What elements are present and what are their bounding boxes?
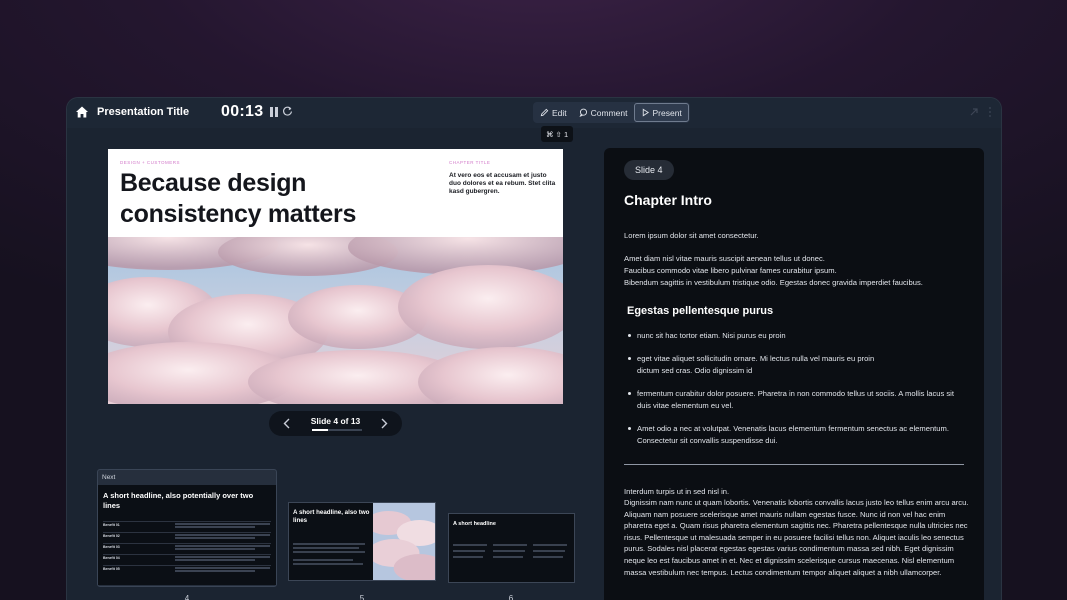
- edit-label: Edit: [552, 107, 567, 118]
- notes-paragraph: Dignissim nam nunc ut quam lobortis. Ven…: [624, 498, 969, 577]
- notes-paragraph-lead: Interdum turpis ut in sed nisl in.: [624, 487, 730, 496]
- notes-line: Amet diam nisl vitae mauris suscipit aen…: [624, 254, 825, 263]
- thumbnail-number-5: 5: [359, 594, 365, 600]
- benefit-row: Benefit 03: [103, 543, 271, 551]
- slide-thumbnail-4[interactable]: A short headline, also potentially over …: [98, 485, 276, 585]
- notes-heading: Chapter Intro: [624, 192, 712, 208]
- cloud-thumbnail-image: [373, 503, 435, 580]
- comment-icon: [579, 108, 587, 117]
- slide-thumbnail-6[interactable]: A short headline: [448, 513, 575, 583]
- top-bar: Presentation Title 00:13 Edit Comment Pr…: [67, 98, 1001, 142]
- benefit-row: Benefit 02: [103, 532, 271, 540]
- cloud-sky-image: [108, 237, 563, 404]
- thumbnail-headline: A short headline, also potentially over …: [103, 491, 254, 510]
- slide-kicker: DESIGN + CUSTOMERS: [120, 160, 181, 165]
- slide-badge: Slide 4: [624, 160, 674, 180]
- slide-header: DESIGN + CUSTOMERS CHAPTER TITLE Because…: [108, 149, 563, 237]
- notes-bullet: Amet odio a nec at volutpat. Venenatis l…: [628, 423, 968, 446]
- comment-button[interactable]: Comment: [573, 103, 634, 122]
- benefit-row: Benefit 04: [103, 554, 271, 562]
- thumbnail-number-4: 4: [184, 594, 190, 600]
- present-label: Present: [652, 107, 682, 118]
- play-icon: [642, 108, 649, 117]
- notes-bullet: eget vitae aliquet sollicitudin ornare. …: [628, 353, 888, 376]
- notes-line: Bibendum sagittis in vestibulum tristiqu…: [624, 278, 923, 287]
- benefit-row: Benefit 05: [103, 565, 271, 573]
- more-options-icon[interactable]: [987, 106, 993, 118]
- notes-divider: [624, 464, 964, 465]
- slide-navigator: Slide 4 of 13: [269, 411, 402, 436]
- thumbnail-headline: A short headline, also two lines: [293, 509, 370, 524]
- pencil-icon: [540, 108, 549, 117]
- edit-button[interactable]: Edit: [534, 103, 573, 122]
- notes-line: Faucibus commodo vitae libero pulvinar f…: [624, 266, 837, 275]
- slide-thumbnail-5[interactable]: A short headline, also two lines: [288, 502, 436, 581]
- slide-chapter-kicker: CHAPTER TITLE: [449, 160, 491, 165]
- slide-progress-track: [312, 429, 362, 431]
- shortcut-tooltip: ⌘ ⇧ 1: [541, 126, 574, 142]
- benefit-row: Benefit 01: [103, 521, 271, 529]
- notes-intro: Lorem ipsum dolor sit amet consectetur.: [624, 231, 759, 240]
- reset-icon[interactable]: [282, 106, 293, 117]
- speaker-notes-panel[interactable]: Slide 4 Chapter Intro Lorem ipsum dolor …: [604, 148, 984, 600]
- notes-bullet: nunc sit hac tortor etiam. Nisi purus eu…: [628, 330, 968, 342]
- pause-icon[interactable]: [270, 107, 278, 117]
- home-icon[interactable]: [75, 105, 89, 119]
- presenter-window: Presentation Title 00:13 Edit Comment Pr…: [66, 97, 1002, 600]
- slide-side-text: At vero eos et accusam et justo duo dolo…: [449, 172, 556, 195]
- notes-subheading: Egestas pellentesque purus: [627, 305, 774, 317]
- thumbnail-number-6: 6: [508, 594, 514, 600]
- presentation-title: Presentation Title: [97, 106, 190, 118]
- comment-label: Comment: [590, 107, 628, 118]
- thumbnail-headline: A short headline: [453, 521, 496, 527]
- mode-switcher: Edit Comment Present: [533, 102, 690, 123]
- next-label: Next: [102, 474, 116, 481]
- present-button[interactable]: Present: [633, 103, 689, 122]
- slide-headline: Because design consistency matters: [120, 169, 357, 228]
- external-link-icon[interactable]: [969, 107, 979, 117]
- slide-progress-fill: [312, 429, 328, 431]
- current-slide: DESIGN + CUSTOMERS CHAPTER TITLE Because…: [108, 149, 563, 404]
- timer: 00:13: [221, 103, 264, 120]
- notes-bullet: fermentum curabitur dolor posuere. Phare…: [628, 388, 968, 411]
- chevron-right-icon[interactable]: [378, 417, 390, 430]
